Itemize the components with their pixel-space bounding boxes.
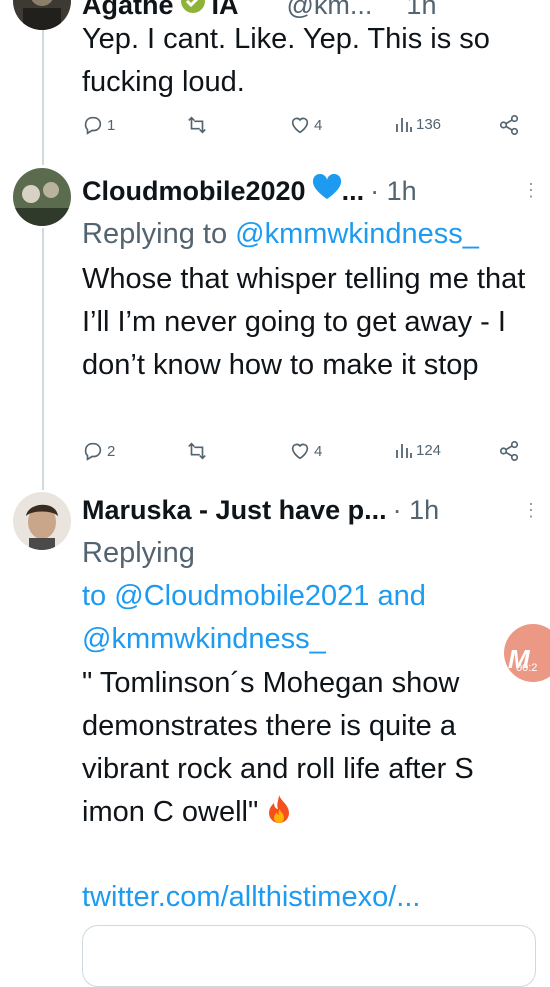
floating-media-badge[interactable]: M 00:2 <box>504 624 550 682</box>
tweet-text: " Tomlinson´s Mohegan show demonstrates … <box>82 662 532 837</box>
reply-count: 1 <box>107 116 116 134</box>
views-button[interactable]: 124 <box>395 440 441 460</box>
display-name[interactable]: Cloudmobile2020 <box>82 176 306 207</box>
mention-link[interactable]: @kmmwkindness_ <box>82 623 326 655</box>
reply-button[interactable]: 2 <box>82 440 115 462</box>
views-icon <box>396 118 412 132</box>
share-icon <box>499 115 519 135</box>
and-word: and <box>369 580 426 612</box>
replying-to: to @Cloudmobile2021 and <box>82 575 426 618</box>
like-button[interactable]: 4 <box>289 440 322 462</box>
like-count: 4 <box>314 442 323 460</box>
thread-line-middle <box>42 228 44 490</box>
replying-prefix: Replying to <box>82 218 236 250</box>
share-button[interactable] <box>498 440 520 462</box>
link-preview-card[interactable] <box>82 925 536 987</box>
more-icon[interactable]: ⋮ <box>522 180 540 201</box>
action-bar: 2 4 124 <box>82 440 522 470</box>
mention-link[interactable]: @Cloudmobile2021 <box>114 580 369 612</box>
replying-to: Replying to @kmmwkindness_ <box>82 213 479 256</box>
timestamp[interactable]: · 1h <box>370 176 417 207</box>
retweet-button[interactable] <box>186 114 208 136</box>
retweet-icon <box>188 442 206 460</box>
to-word: to <box>82 580 115 612</box>
fire-emoji <box>266 794 292 837</box>
view-count: 136 <box>416 115 442 133</box>
action-bar: 1 4 136 <box>82 114 522 144</box>
more-icon[interactable]: ⋮ <box>522 500 540 521</box>
tweet-header: Maruska - Just have p... · 1h <box>82 495 439 526</box>
reply-button[interactable]: 1 <box>82 114 115 136</box>
like-button[interactable]: 4 <box>289 114 322 136</box>
reply-count: 2 <box>107 442 116 460</box>
tweet-header: Cloudmobile2020 ... · 1h <box>82 173 417 207</box>
name-ellipsis: ... <box>341 176 365 206</box>
reply-icon <box>84 116 102 135</box>
tweet-text: Yep. I cant. Like. Yep. This is so fucki… <box>82 23 490 98</box>
tweet-link[interactable]: twitter.com/allthistimexo/... <box>82 876 420 919</box>
share-icon <box>499 441 519 461</box>
replying-label: Replying <box>82 537 195 569</box>
mention-link[interactable]: @kmmwkindness_ <box>235 218 479 250</box>
blue-heart-emoji <box>312 173 342 207</box>
replying-to-second: @kmmwkindness_ <box>82 618 326 661</box>
thread-line-top <box>42 30 44 165</box>
avatar-cloudmobile[interactable] <box>13 168 71 226</box>
views-icon <box>396 444 412 458</box>
retweet-icon <box>188 116 206 134</box>
avatar-agathe[interactable] <box>13 0 71 30</box>
share-button[interactable] <box>498 114 520 136</box>
retweet-button[interactable] <box>186 440 208 462</box>
avatar-maruska[interactable] <box>13 492 71 550</box>
tweet-text: Whose that whisper telling me that I’ll … <box>82 263 526 381</box>
display-name[interactable]: Maruska - Just have p... <box>82 495 387 526</box>
badge-time: 00:2 <box>516 662 538 674</box>
timestamp[interactable]: · 1h <box>393 495 440 526</box>
view-count: 124 <box>416 441 442 459</box>
like-icon <box>291 443 309 460</box>
like-count: 4 <box>314 116 323 134</box>
like-icon <box>291 117 309 134</box>
views-button[interactable]: 136 <box>395 114 441 134</box>
reply-icon <box>84 442 102 461</box>
